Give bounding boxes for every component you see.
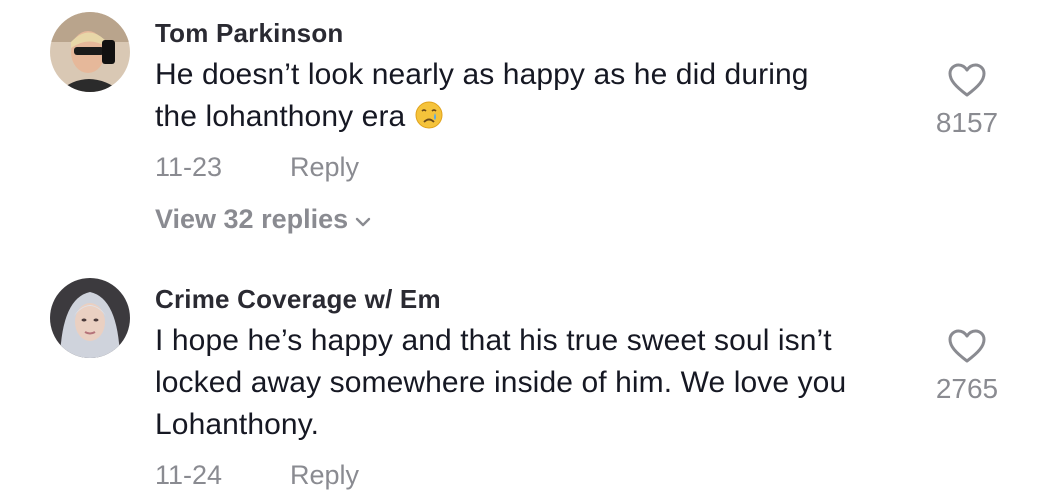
comment-username[interactable]: Tom Parkinson <box>155 18 344 49</box>
like-count: 2765 <box>935 373 999 404</box>
comment-text: I hope he’s happy and that his true swee… <box>155 320 846 446</box>
comment-text-line: I hope he’s happy and that his true swee… <box>155 324 832 357</box>
like-section: 8157 <box>922 62 1012 139</box>
avatar[interactable] <box>50 278 130 358</box>
comment-text-line: locked away somewhere inside of him. We … <box>155 366 847 399</box>
reply-button[interactable]: Reply <box>290 460 359 491</box>
crying-face-icon <box>414 100 444 142</box>
reply-button[interactable]: Reply <box>290 152 359 183</box>
comment-date: 11-23 <box>155 152 223 182</box>
view-replies-button[interactable]: View 32 replies <box>155 204 372 236</box>
chevron-down-icon <box>354 205 372 236</box>
heart-icon[interactable] <box>922 328 1012 369</box>
comment-text-fragment: the lohanthony era <box>155 100 406 133</box>
comment-text: He doesn’t look nearly as happy as he di… <box>155 54 809 142</box>
like-section: 2765 <box>922 328 1012 405</box>
comment-text-line: Lohanthony. <box>155 408 320 441</box>
comment-text-line: the lohanthony era <box>155 96 809 142</box>
view-replies-label: View 32 replies <box>155 204 349 234</box>
comment-date: 11-24 <box>155 460 223 490</box>
like-count: 8157 <box>935 107 999 138</box>
comment-username[interactable]: Crime Coverage w/ Em <box>155 284 441 315</box>
heart-icon[interactable] <box>922 62 1012 103</box>
comment-text-line: He doesn’t look nearly as happy as he di… <box>155 58 809 91</box>
avatar[interactable] <box>50 12 130 92</box>
